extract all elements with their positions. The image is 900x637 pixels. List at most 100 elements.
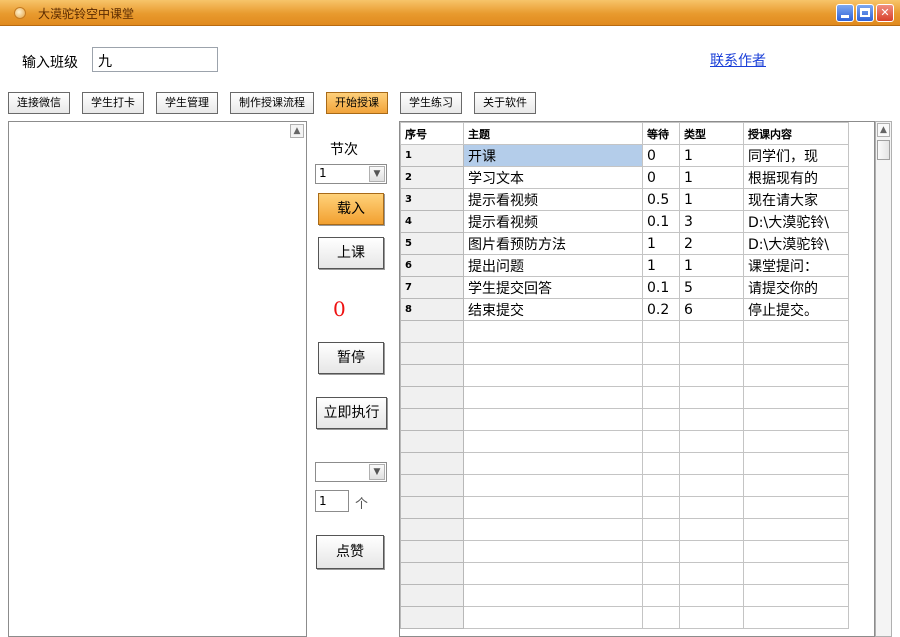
scroll-up-icon[interactable]: ▲	[290, 124, 304, 138]
empty-cell[interactable]	[463, 562, 643, 585]
cell-content[interactable]: 课堂提问：	[743, 254, 849, 277]
empty-cell[interactable]	[463, 452, 643, 475]
student-select[interactable]: ▼	[315, 462, 387, 482]
empty-cell[interactable]	[642, 320, 680, 343]
row-header-cell[interactable]	[400, 408, 464, 431]
cell-wait[interactable]: 0.1	[642, 210, 680, 233]
message-textarea[interactable]: ▲	[8, 121, 307, 637]
cell-wait[interactable]: 1	[642, 254, 680, 277]
table-row[interactable]: 4 提示看视频 0.1 3 D:\大漠驼铃\	[400, 210, 849, 233]
empty-cell[interactable]	[743, 430, 849, 453]
empty-cell[interactable]	[743, 386, 849, 409]
row-number[interactable]: 4	[400, 210, 464, 233]
empty-cell[interactable]	[743, 474, 849, 497]
scroll-up-icon[interactable]: ▲	[877, 123, 890, 137]
row-number[interactable]: 2	[400, 166, 464, 189]
empty-cell[interactable]	[679, 496, 744, 519]
empty-cell[interactable]	[642, 364, 680, 387]
empty-cell[interactable]	[642, 386, 680, 409]
cell-content[interactable]: D:\大漠驼铃\	[743, 210, 849, 233]
empty-cell[interactable]	[642, 518, 680, 541]
like-button[interactable]: 点赞	[316, 535, 384, 569]
cell-type[interactable]: 3	[679, 210, 744, 233]
empty-cell[interactable]	[642, 342, 680, 365]
table-row[interactable]: 1 开课 0 1 同学们，现	[400, 144, 849, 167]
row-header-cell[interactable]	[400, 584, 464, 607]
empty-row[interactable]	[400, 606, 849, 629]
empty-cell[interactable]	[743, 364, 849, 387]
empty-cell[interactable]	[743, 518, 849, 541]
row-number[interactable]: 3	[400, 188, 464, 211]
cell-type[interactable]: 1	[679, 188, 744, 211]
empty-cell[interactable]	[642, 562, 680, 585]
empty-row[interactable]	[400, 386, 849, 409]
cell-type[interactable]: 1	[679, 144, 744, 167]
empty-cell[interactable]	[642, 606, 680, 629]
cell-wait[interactable]: 0.2	[642, 298, 680, 321]
empty-cell[interactable]	[642, 474, 680, 497]
row-header-cell[interactable]	[400, 364, 464, 387]
empty-cell[interactable]	[463, 430, 643, 453]
row-number[interactable]: 1	[400, 144, 464, 167]
row-header-cell[interactable]	[400, 540, 464, 563]
tab-start-teaching[interactable]: 开始授课	[326, 92, 388, 114]
row-header-cell[interactable]	[400, 606, 464, 629]
cell-wait[interactable]: 0.5	[642, 188, 680, 211]
class-input[interactable]: 九	[92, 47, 218, 72]
column-header-topic[interactable]: 主题	[463, 122, 643, 145]
column-header-content[interactable]: 授课内容	[743, 122, 849, 145]
row-number[interactable]: 7	[400, 276, 464, 299]
empty-row[interactable]	[400, 320, 849, 343]
grid-scrollbar[interactable]: ▲	[875, 121, 892, 637]
cell-topic[interactable]: 学生提交回答	[463, 276, 643, 299]
cell-topic[interactable]: 提出问题	[463, 254, 643, 277]
empty-cell[interactable]	[642, 496, 680, 519]
empty-row[interactable]	[400, 518, 849, 541]
tab-connect-wechat[interactable]: 连接微信	[8, 92, 70, 114]
empty-cell[interactable]	[463, 320, 643, 343]
row-header-cell[interactable]	[400, 386, 464, 409]
tab-about-software[interactable]: 关于软件	[474, 92, 536, 114]
cell-topic[interactable]: 提示看视频	[463, 210, 643, 233]
empty-row[interactable]	[400, 496, 849, 519]
empty-cell[interactable]	[463, 540, 643, 563]
cell-type[interactable]: 1	[679, 166, 744, 189]
tab-student-practice[interactable]: 学生练习	[400, 92, 462, 114]
empty-cell[interactable]	[679, 562, 744, 585]
tab-make-lesson-flow[interactable]: 制作授课流程	[230, 92, 314, 114]
pause-button[interactable]: 暂停	[318, 342, 384, 374]
row-header-cell[interactable]	[400, 320, 464, 343]
cell-content[interactable]: D:\大漠驼铃\	[743, 232, 849, 255]
empty-cell[interactable]	[679, 452, 744, 475]
empty-cell[interactable]	[679, 474, 744, 497]
row-header-cell[interactable]	[400, 342, 464, 365]
empty-cell[interactable]	[463, 364, 643, 387]
empty-cell[interactable]	[679, 408, 744, 431]
row-header-cell[interactable]	[400, 518, 464, 541]
empty-cell[interactable]	[743, 606, 849, 629]
cell-topic[interactable]: 学习文本	[463, 166, 643, 189]
empty-cell[interactable]	[463, 342, 643, 365]
title-bar[interactable]: 大漠驼铃空中课堂 ✕	[0, 0, 900, 26]
row-header-cell[interactable]	[400, 562, 464, 585]
cell-wait[interactable]: 0.1	[642, 276, 680, 299]
empty-cell[interactable]	[679, 518, 744, 541]
contact-author-link[interactable]: 联系作者	[710, 50, 766, 70]
row-number[interactable]: 6	[400, 254, 464, 277]
empty-row[interactable]	[400, 364, 849, 387]
minimize-button[interactable]	[836, 4, 854, 22]
empty-row[interactable]	[400, 430, 849, 453]
cell-topic[interactable]: 图片看预防方法	[463, 232, 643, 255]
empty-cell[interactable]	[679, 430, 744, 453]
table-row[interactable]: 6 提出问题 1 1 课堂提问：	[400, 254, 849, 277]
load-button[interactable]: 载入	[318, 193, 384, 225]
empty-cell[interactable]	[743, 342, 849, 365]
empty-row[interactable]	[400, 342, 849, 365]
cell-content[interactable]: 停止提交。	[743, 298, 849, 321]
empty-row[interactable]	[400, 408, 849, 431]
empty-cell[interactable]	[642, 452, 680, 475]
empty-cell[interactable]	[642, 430, 680, 453]
empty-cell[interactable]	[463, 584, 643, 607]
table-row[interactable]: 2 学习文本 0 1 根据现有的	[400, 166, 849, 189]
empty-cell[interactable]	[642, 584, 680, 607]
